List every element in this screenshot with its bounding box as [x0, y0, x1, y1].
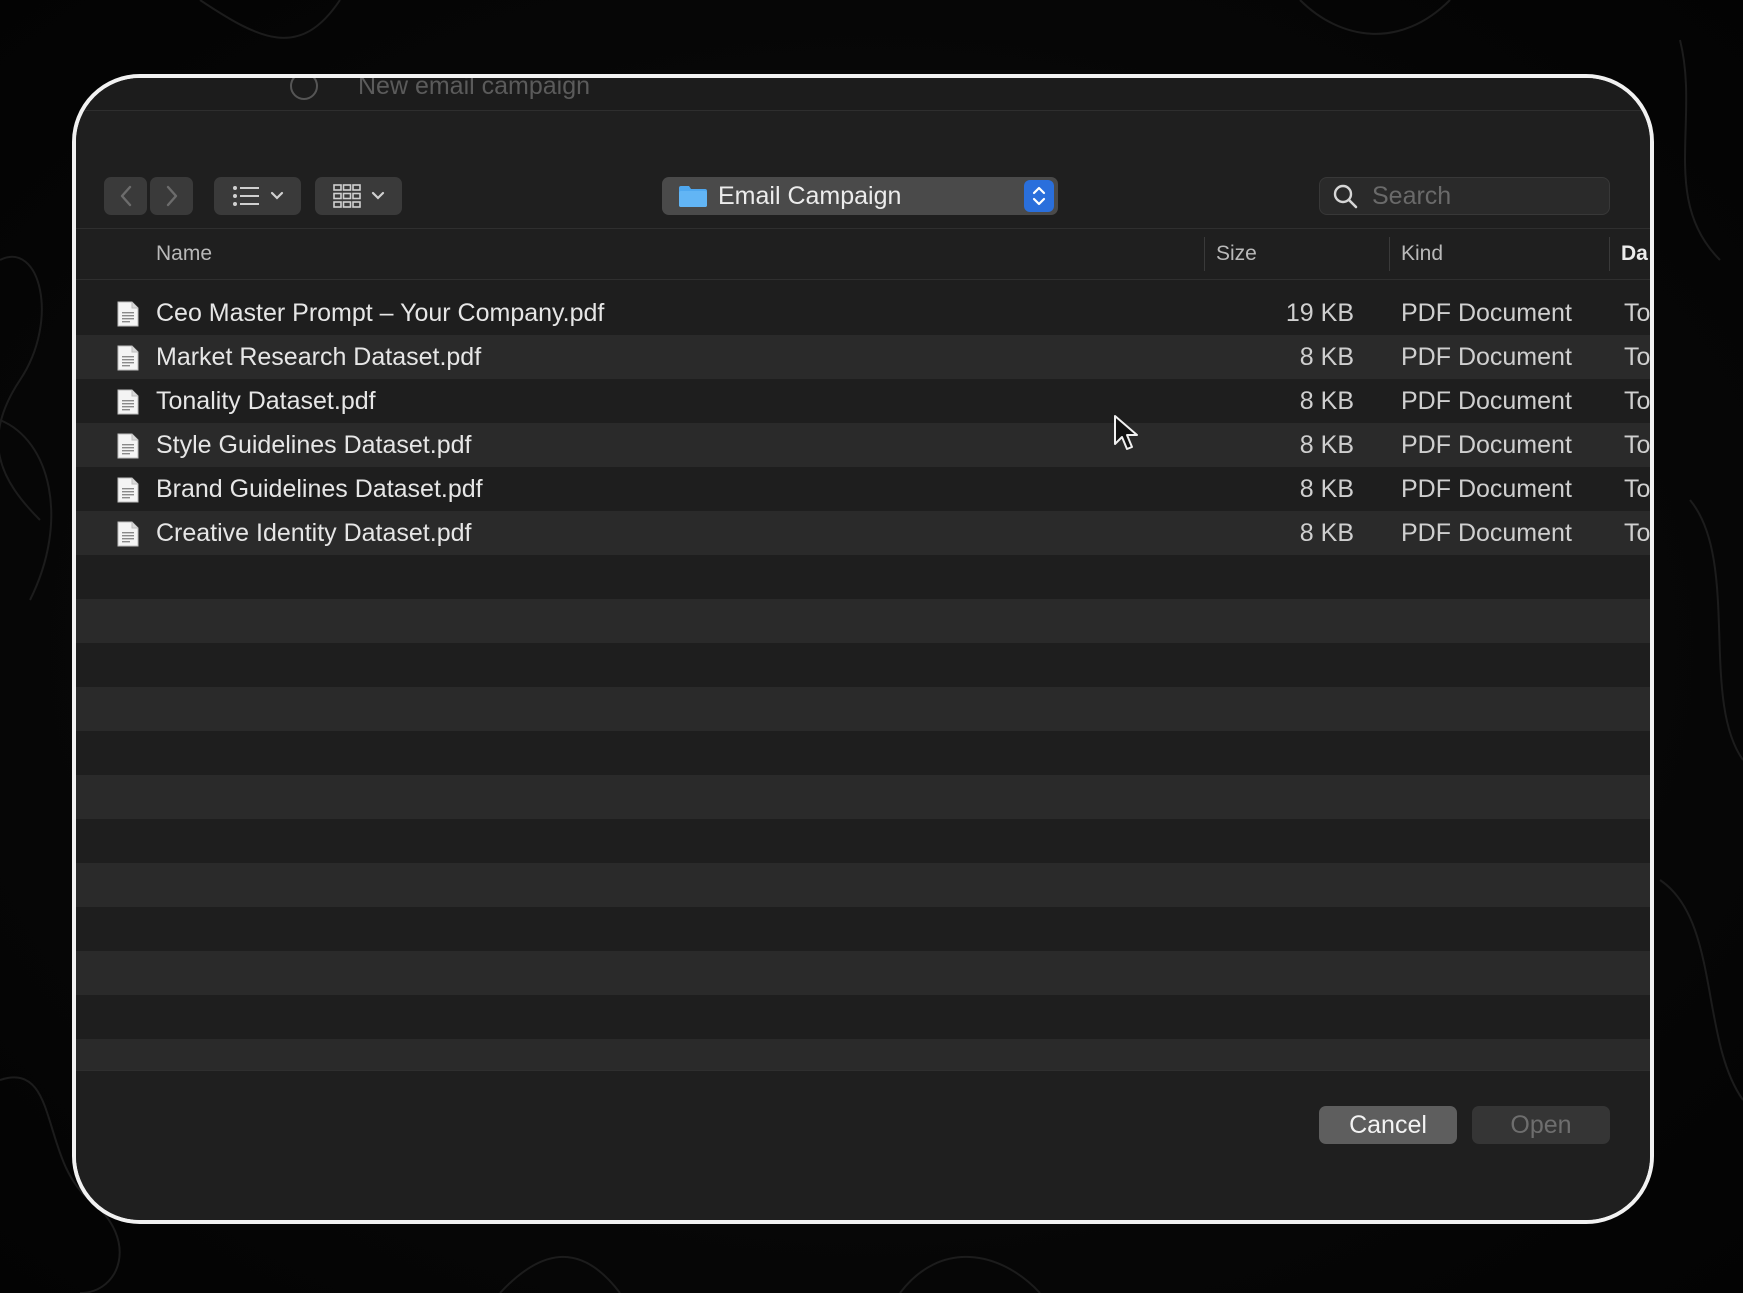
empty-row — [76, 599, 1650, 643]
chevron-down-icon — [270, 191, 283, 200]
location-label: Email Campaign — [718, 181, 902, 210]
chevron-left-icon — [120, 185, 131, 207]
empty-row — [76, 995, 1650, 1039]
list-view-icon — [232, 186, 259, 206]
file-name: Tonality Dataset.pdf — [156, 387, 376, 415]
grid-view-button[interactable] — [315, 177, 402, 215]
back-button[interactable] — [104, 177, 147, 215]
file-kind: PDF Document — [1401, 519, 1572, 547]
file-kind: PDF Document — [1401, 387, 1572, 415]
file-row[interactable]: Creative Identity Dataset.pdf 8 KB PDF D… — [76, 511, 1650, 555]
column-separator[interactable] — [1609, 237, 1610, 271]
location-stepper[interactable] — [1024, 180, 1054, 212]
file-row[interactable]: Brand Guidelines Dataset.pdf 8 KB PDF Do… — [76, 467, 1650, 511]
background-app-bar: New email campaign — [76, 78, 1650, 111]
empty-row — [76, 863, 1650, 907]
empty-row — [76, 555, 1650, 599]
file-row[interactable]: Market Research Dataset.pdf 8 KB PDF Doc… — [76, 335, 1650, 379]
forward-button[interactable] — [150, 177, 193, 215]
background-app-title: New email campaign — [358, 74, 591, 100]
column-separator[interactable] — [1204, 237, 1205, 271]
file-date: To — [1624, 475, 1651, 503]
grid-view-icon — [332, 184, 361, 208]
file-size: 8 KB — [1299, 387, 1354, 415]
pdf-document-icon — [117, 521, 139, 547]
empty-row — [76, 643, 1650, 687]
column-kind-header[interactable]: Kind — [1401, 229, 1443, 279]
mouse-pointer-icon — [1114, 415, 1138, 450]
navigation-buttons — [104, 177, 193, 215]
file-kind: PDF Document — [1401, 299, 1572, 327]
search-input[interactable] — [1370, 180, 1594, 212]
chevron-down-icon — [371, 191, 384, 200]
column-name-header[interactable]: Name — [156, 229, 212, 279]
file-row[interactable]: Style Guidelines Dataset.pdf 8 KB PDF Do… — [76, 423, 1650, 467]
column-header: Name Size Kind Da — [76, 228, 1650, 280]
file-name: Market Research Dataset.pdf — [156, 343, 482, 371]
column-separator[interactable] — [1389, 237, 1390, 271]
file-kind: PDF Document — [1401, 475, 1572, 503]
list-view-button[interactable] — [214, 177, 301, 215]
open-file-dialog: New email campaign Email Campaign Search… — [72, 74, 1654, 1224]
empty-row — [76, 687, 1650, 731]
file-list: Ceo Master Prompt – Your Company.pdf 19 … — [76, 291, 1650, 1171]
empty-row — [76, 819, 1650, 863]
file-date: To — [1624, 343, 1651, 371]
location-popup[interactable]: Email Campaign — [662, 177, 1058, 215]
open-button[interactable]: Open — [1472, 1106, 1610, 1144]
file-name: Brand Guidelines Dataset.pdf — [156, 475, 483, 503]
empty-row — [76, 907, 1650, 951]
pdf-document-icon — [117, 433, 139, 459]
file-size: 8 KB — [1299, 475, 1354, 503]
file-kind: PDF Document — [1401, 431, 1572, 459]
search-icon — [1333, 184, 1358, 209]
file-row[interactable]: Ceo Master Prompt – Your Company.pdf 19 … — [76, 291, 1650, 335]
file-name: Creative Identity Dataset.pdf — [156, 519, 472, 547]
file-kind: PDF Document — [1401, 343, 1572, 371]
empty-row — [76, 775, 1650, 819]
smiley-icon — [290, 78, 318, 100]
dialog-footer: Cancel Open — [76, 1070, 1650, 1220]
file-size: 19 KB — [1285, 299, 1354, 327]
file-date: To — [1624, 299, 1651, 327]
search-field[interactable] — [1319, 177, 1610, 215]
file-date: To — [1624, 519, 1651, 547]
pdf-document-icon — [117, 345, 139, 371]
dialog-toolbar: Email Campaign — [76, 111, 1650, 231]
file-date: To — [1624, 431, 1651, 459]
file-row[interactable]: Tonality Dataset.pdf 8 KB PDF Document T… — [76, 379, 1650, 423]
chevron-right-icon — [166, 185, 177, 207]
file-name: Style Guidelines Dataset.pdf — [156, 431, 472, 459]
cancel-button[interactable]: Cancel — [1319, 1106, 1457, 1144]
file-size: 8 KB — [1299, 519, 1354, 547]
file-size: 8 KB — [1299, 431, 1354, 459]
pdf-document-icon — [117, 301, 139, 327]
column-date-header[interactable]: Da — [1621, 229, 1648, 279]
file-date: To — [1624, 387, 1651, 415]
pdf-document-icon — [117, 477, 139, 503]
column-size-header[interactable]: Size — [1216, 229, 1257, 279]
file-size: 8 KB — [1299, 343, 1354, 371]
empty-row — [76, 731, 1650, 775]
folder-icon — [679, 186, 707, 207]
file-name: Ceo Master Prompt – Your Company.pdf — [156, 299, 605, 327]
empty-row — [76, 951, 1650, 995]
up-down-chevron-icon — [1032, 186, 1046, 206]
pdf-document-icon — [117, 389, 139, 415]
